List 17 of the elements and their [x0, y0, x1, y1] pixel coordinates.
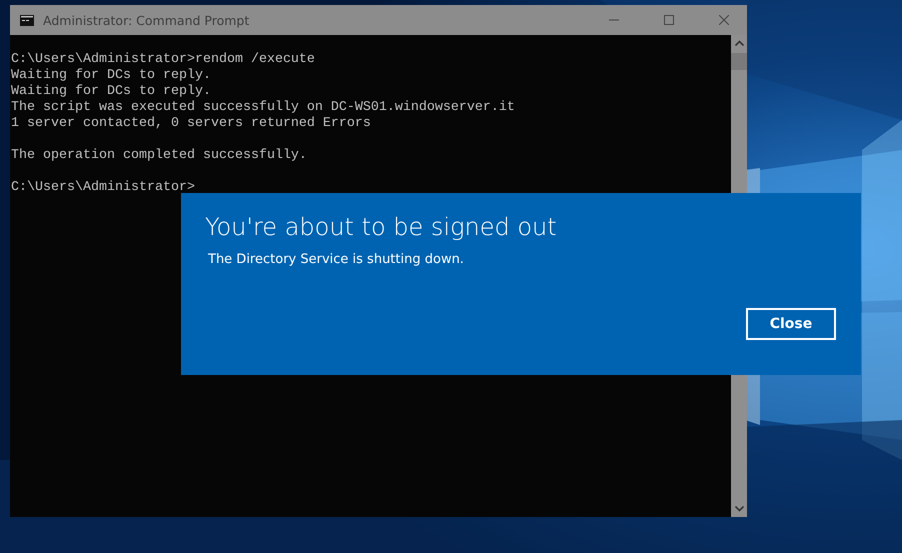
- scroll-thumb[interactable]: [731, 53, 747, 70]
- maximize-icon: [664, 15, 674, 25]
- dialog-title: You're about to be signed out: [205, 213, 557, 241]
- console-line: The operation completed successfully.: [11, 148, 307, 164]
- console-line: Waiting for DCs to reply.: [11, 68, 211, 84]
- console-line: C:\Users\Administrator>: [11, 180, 195, 196]
- console-line: 1 server contacted, 0 servers returned Errors: [11, 116, 371, 132]
- console-line: The script was executed successfully on DC-WS01.windowserver.it: [11, 100, 515, 116]
- close-icon: [719, 15, 729, 25]
- window-title: Administrator: Command Prompt: [43, 12, 250, 28]
- close-button[interactable]: Close: [746, 308, 836, 340]
- console-line: Waiting for DCs to reply.: [11, 84, 211, 100]
- console-line: C:\Users\Administrator>rendom /execute: [11, 52, 315, 68]
- console-icon: [20, 14, 34, 26]
- dialog-message: The Directory Service is shutting down.: [208, 252, 464, 267]
- scroll-up-icon[interactable]: [734, 40, 744, 46]
- scroll-down-icon[interactable]: [734, 506, 744, 512]
